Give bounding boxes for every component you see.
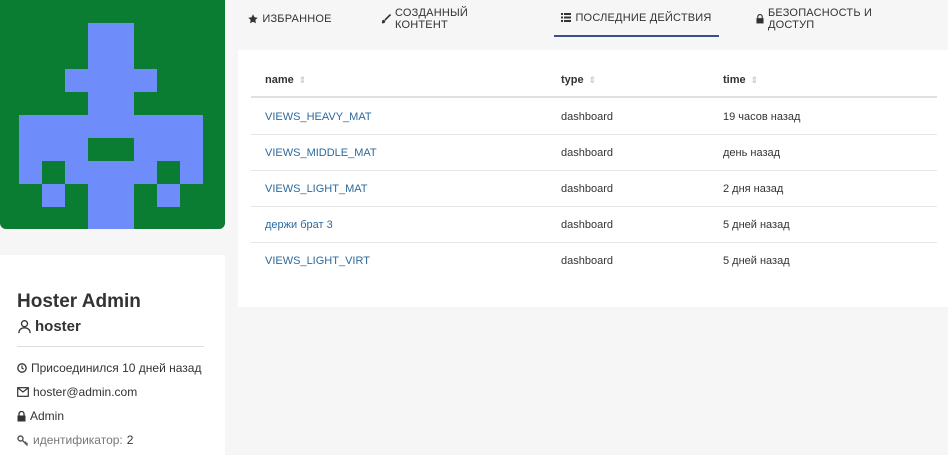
email-line: hoster@admin.com: [17, 385, 137, 399]
table-header: name ⇕ type ⇕ time ⇕: [251, 71, 937, 98]
profile-card: Hoster Admin hoster Присоединился 10 дне…: [0, 255, 225, 455]
paintbrush-icon: [381, 13, 391, 24]
avatar: [0, 0, 225, 229]
row-name-link[interactable]: VIEWS_MIDDLE_MAT: [265, 147, 377, 159]
recent-activity-panel: name ⇕ type ⇕ time ⇕ VIEWS_HEAVY_MAT das…: [238, 50, 948, 307]
id-label: идентификатор:: [33, 433, 123, 447]
tab-favorites[interactable]: ИЗБРАННОЕ: [248, 0, 332, 37]
column-header-time[interactable]: time ⇕: [723, 74, 758, 86]
tab-recent-activity[interactable]: ПОСЛЕДНИЕ ДЕЙСТВИЯ: [554, 0, 719, 37]
row-time: день назад: [723, 147, 781, 159]
sort-icon: ⇕: [298, 74, 307, 85]
tab-favorites-label: ИЗБРАННОЕ: [262, 12, 332, 25]
role-line: Admin: [17, 409, 64, 423]
joined-text: Присоединился 10 дней назад: [31, 361, 202, 375]
tab-created-content-label: СОЗДАННЫЙ КОНТЕНТ: [395, 6, 469, 31]
row-type: dashboard: [561, 219, 613, 231]
envelope-icon: [17, 387, 29, 397]
lock-icon: [17, 410, 26, 422]
tab-created-content[interactable]: СОЗДАННЫЙ КОНТЕНТ: [381, 0, 515, 37]
column-time-label: time: [723, 74, 746, 86]
sort-icon: ⇕: [750, 74, 759, 85]
table-row: VIEWS_HEAVY_MAT dashboard 19 часов назад: [251, 99, 937, 135]
tab-security-access[interactable]: БЕЗОПАСНОСТЬ И ДОСТУП: [756, 0, 908, 37]
lock-icon: [756, 13, 764, 24]
row-type: dashboard: [561, 111, 613, 123]
row-type: dashboard: [561, 255, 613, 267]
tab-recent-activity-label: ПОСЛЕДНИЕ ДЕЙСТВИЯ: [575, 11, 712, 24]
column-type-label: type: [561, 74, 584, 86]
column-name-label: name: [265, 74, 294, 86]
row-time: 19 часов назад: [723, 111, 801, 123]
star-icon: [248, 13, 259, 24]
id-value: 2: [126, 433, 134, 447]
column-header-type[interactable]: type ⇕: [561, 74, 596, 86]
table-row: VIEWS_LIGHT_VIRT dashboard 5 дней назад: [251, 243, 937, 279]
column-header-name[interactable]: name ⇕: [265, 74, 306, 86]
profile-username: hoster: [17, 318, 81, 335]
table-row: VIEWS_MIDDLE_MAT dashboard день назад: [251, 135, 937, 171]
tab-security-access-label: БЕЗОПАСНОСТЬ И ДОСТУП: [768, 6, 873, 31]
list-icon: [561, 13, 572, 22]
row-name-link[interactable]: держи брат 3: [265, 219, 333, 231]
sort-icon: ⇕: [588, 74, 597, 85]
table-row: держи брат 3 dashboard 5 дней назад: [251, 207, 937, 243]
profile-divider: [17, 346, 204, 347]
row-name-link[interactable]: VIEWS_HEAVY_MAT: [265, 111, 372, 123]
tab-bar: ИЗБРАННОЕ СОЗДАННЫЙ КОНТЕНТ ПОСЛЕДНИЕ ДЕ…: [238, 0, 948, 37]
row-name-link[interactable]: VIEWS_LIGHT_MAT: [265, 183, 367, 195]
row-time: 2 дня назад: [723, 183, 784, 195]
row-type: dashboard: [561, 147, 613, 159]
row-time: 5 дней назад: [723, 255, 790, 267]
row-name-link[interactable]: VIEWS_LIGHT_VIRT: [265, 255, 370, 267]
table-row: VIEWS_LIGHT_MAT dashboard 2 дня назад: [251, 171, 937, 207]
user-icon: [17, 319, 32, 334]
profile-name: Hoster Admin: [17, 291, 141, 312]
row-time: 5 дней назад: [723, 219, 790, 231]
username-text: hoster: [35, 318, 81, 335]
email-text: hoster@admin.com: [33, 385, 138, 399]
joined-line: Присоединился 10 дней назад: [17, 361, 201, 375]
role-text: Admin: [30, 409, 65, 423]
id-line: идентификатор: 2: [17, 433, 133, 447]
row-type: dashboard: [561, 183, 613, 195]
clock-icon: [17, 363, 27, 373]
key-icon: [17, 434, 29, 446]
